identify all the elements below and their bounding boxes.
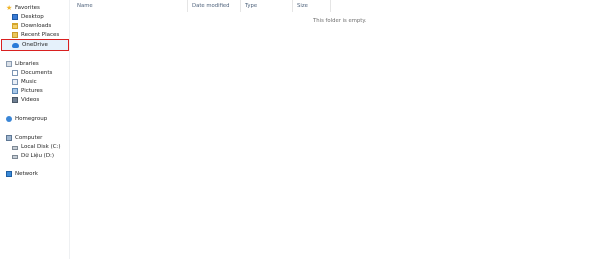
nav-libraries-label: Libraries: [15, 61, 39, 67]
nav-item-videos[interactable]: Videos: [12, 96, 39, 104]
nav-favorites-label: Favorites: [15, 5, 40, 11]
onedrive-cloud-icon: [12, 42, 19, 48]
file-list-header: Name Date modified Type Size: [71, 0, 600, 12]
column-header-type[interactable]: Type: [245, 3, 257, 9]
nav-homegroup-label: Homegroup: [15, 116, 48, 122]
nav-network-label: Network: [15, 171, 38, 177]
nav-item-onedrive-label: OneDrive: [22, 42, 48, 48]
pictures-icon: [12, 88, 18, 94]
drive-icon: [12, 155, 18, 159]
nav-item-local-disk-c-label: Local Disk (C:): [21, 144, 61, 150]
libraries-icon: [6, 61, 12, 67]
homegroup-icon: [6, 116, 12, 122]
column-divider[interactable]: [330, 0, 331, 12]
nav-item-music[interactable]: Music: [12, 78, 37, 86]
nav-favorites[interactable]: ★ Favorites: [6, 4, 40, 12]
column-divider[interactable]: [292, 0, 293, 12]
recent-places-icon: [12, 32, 18, 38]
nav-network[interactable]: Network: [6, 170, 38, 178]
nav-item-desktop[interactable]: Desktop: [12, 13, 44, 21]
nav-item-music-label: Music: [21, 79, 37, 85]
column-header-date-modified[interactable]: Date modified: [192, 3, 230, 9]
downloads-folder-icon: [12, 23, 18, 29]
nav-item-recent-places-label: Recent Places: [21, 32, 60, 38]
drive-icon: [12, 146, 18, 150]
column-header-size[interactable]: Size: [297, 3, 308, 9]
column-divider[interactable]: [187, 0, 188, 12]
nav-item-pictures[interactable]: Pictures: [12, 87, 43, 95]
nav-item-documents[interactable]: Documents: [12, 69, 52, 77]
videos-icon: [12, 97, 18, 103]
music-icon: [12, 79, 18, 85]
nav-item-documents-label: Documents: [21, 70, 53, 76]
column-divider[interactable]: [240, 0, 241, 12]
nav-item-videos-label: Videos: [21, 97, 40, 103]
nav-item-onedrive[interactable]: OneDrive: [12, 41, 48, 49]
nav-item-downloads-label: Downloads: [21, 23, 52, 29]
nav-item-du-lieu-d-label: Dữ Liệu (D:): [21, 153, 55, 159]
navigation-pane: ★ Favorites Desktop Downloads Recent Pla…: [0, 0, 70, 259]
nav-homegroup[interactable]: Homegroup: [6, 115, 47, 123]
empty-folder-message: This folder is empty.: [313, 18, 367, 24]
star-icon: ★: [6, 4, 13, 12]
nav-computer-label: Computer: [15, 135, 43, 141]
nav-computer[interactable]: Computer: [6, 134, 42, 142]
nav-item-recent-places[interactable]: Recent Places: [12, 31, 59, 39]
nav-libraries[interactable]: Libraries: [6, 60, 39, 68]
desktop-icon: [12, 14, 18, 20]
nav-item-pictures-label: Pictures: [21, 88, 43, 94]
computer-icon: [6, 135, 12, 141]
nav-item-du-lieu-d[interactable]: Dữ Liệu (D:): [12, 152, 54, 160]
column-header-name[interactable]: Name: [77, 3, 93, 9]
nav-item-downloads[interactable]: Downloads: [12, 22, 51, 30]
network-icon: [6, 171, 12, 177]
documents-icon: [12, 70, 18, 76]
nav-item-local-disk-c[interactable]: Local Disk (C:): [12, 143, 61, 151]
nav-item-desktop-label: Desktop: [21, 14, 44, 20]
